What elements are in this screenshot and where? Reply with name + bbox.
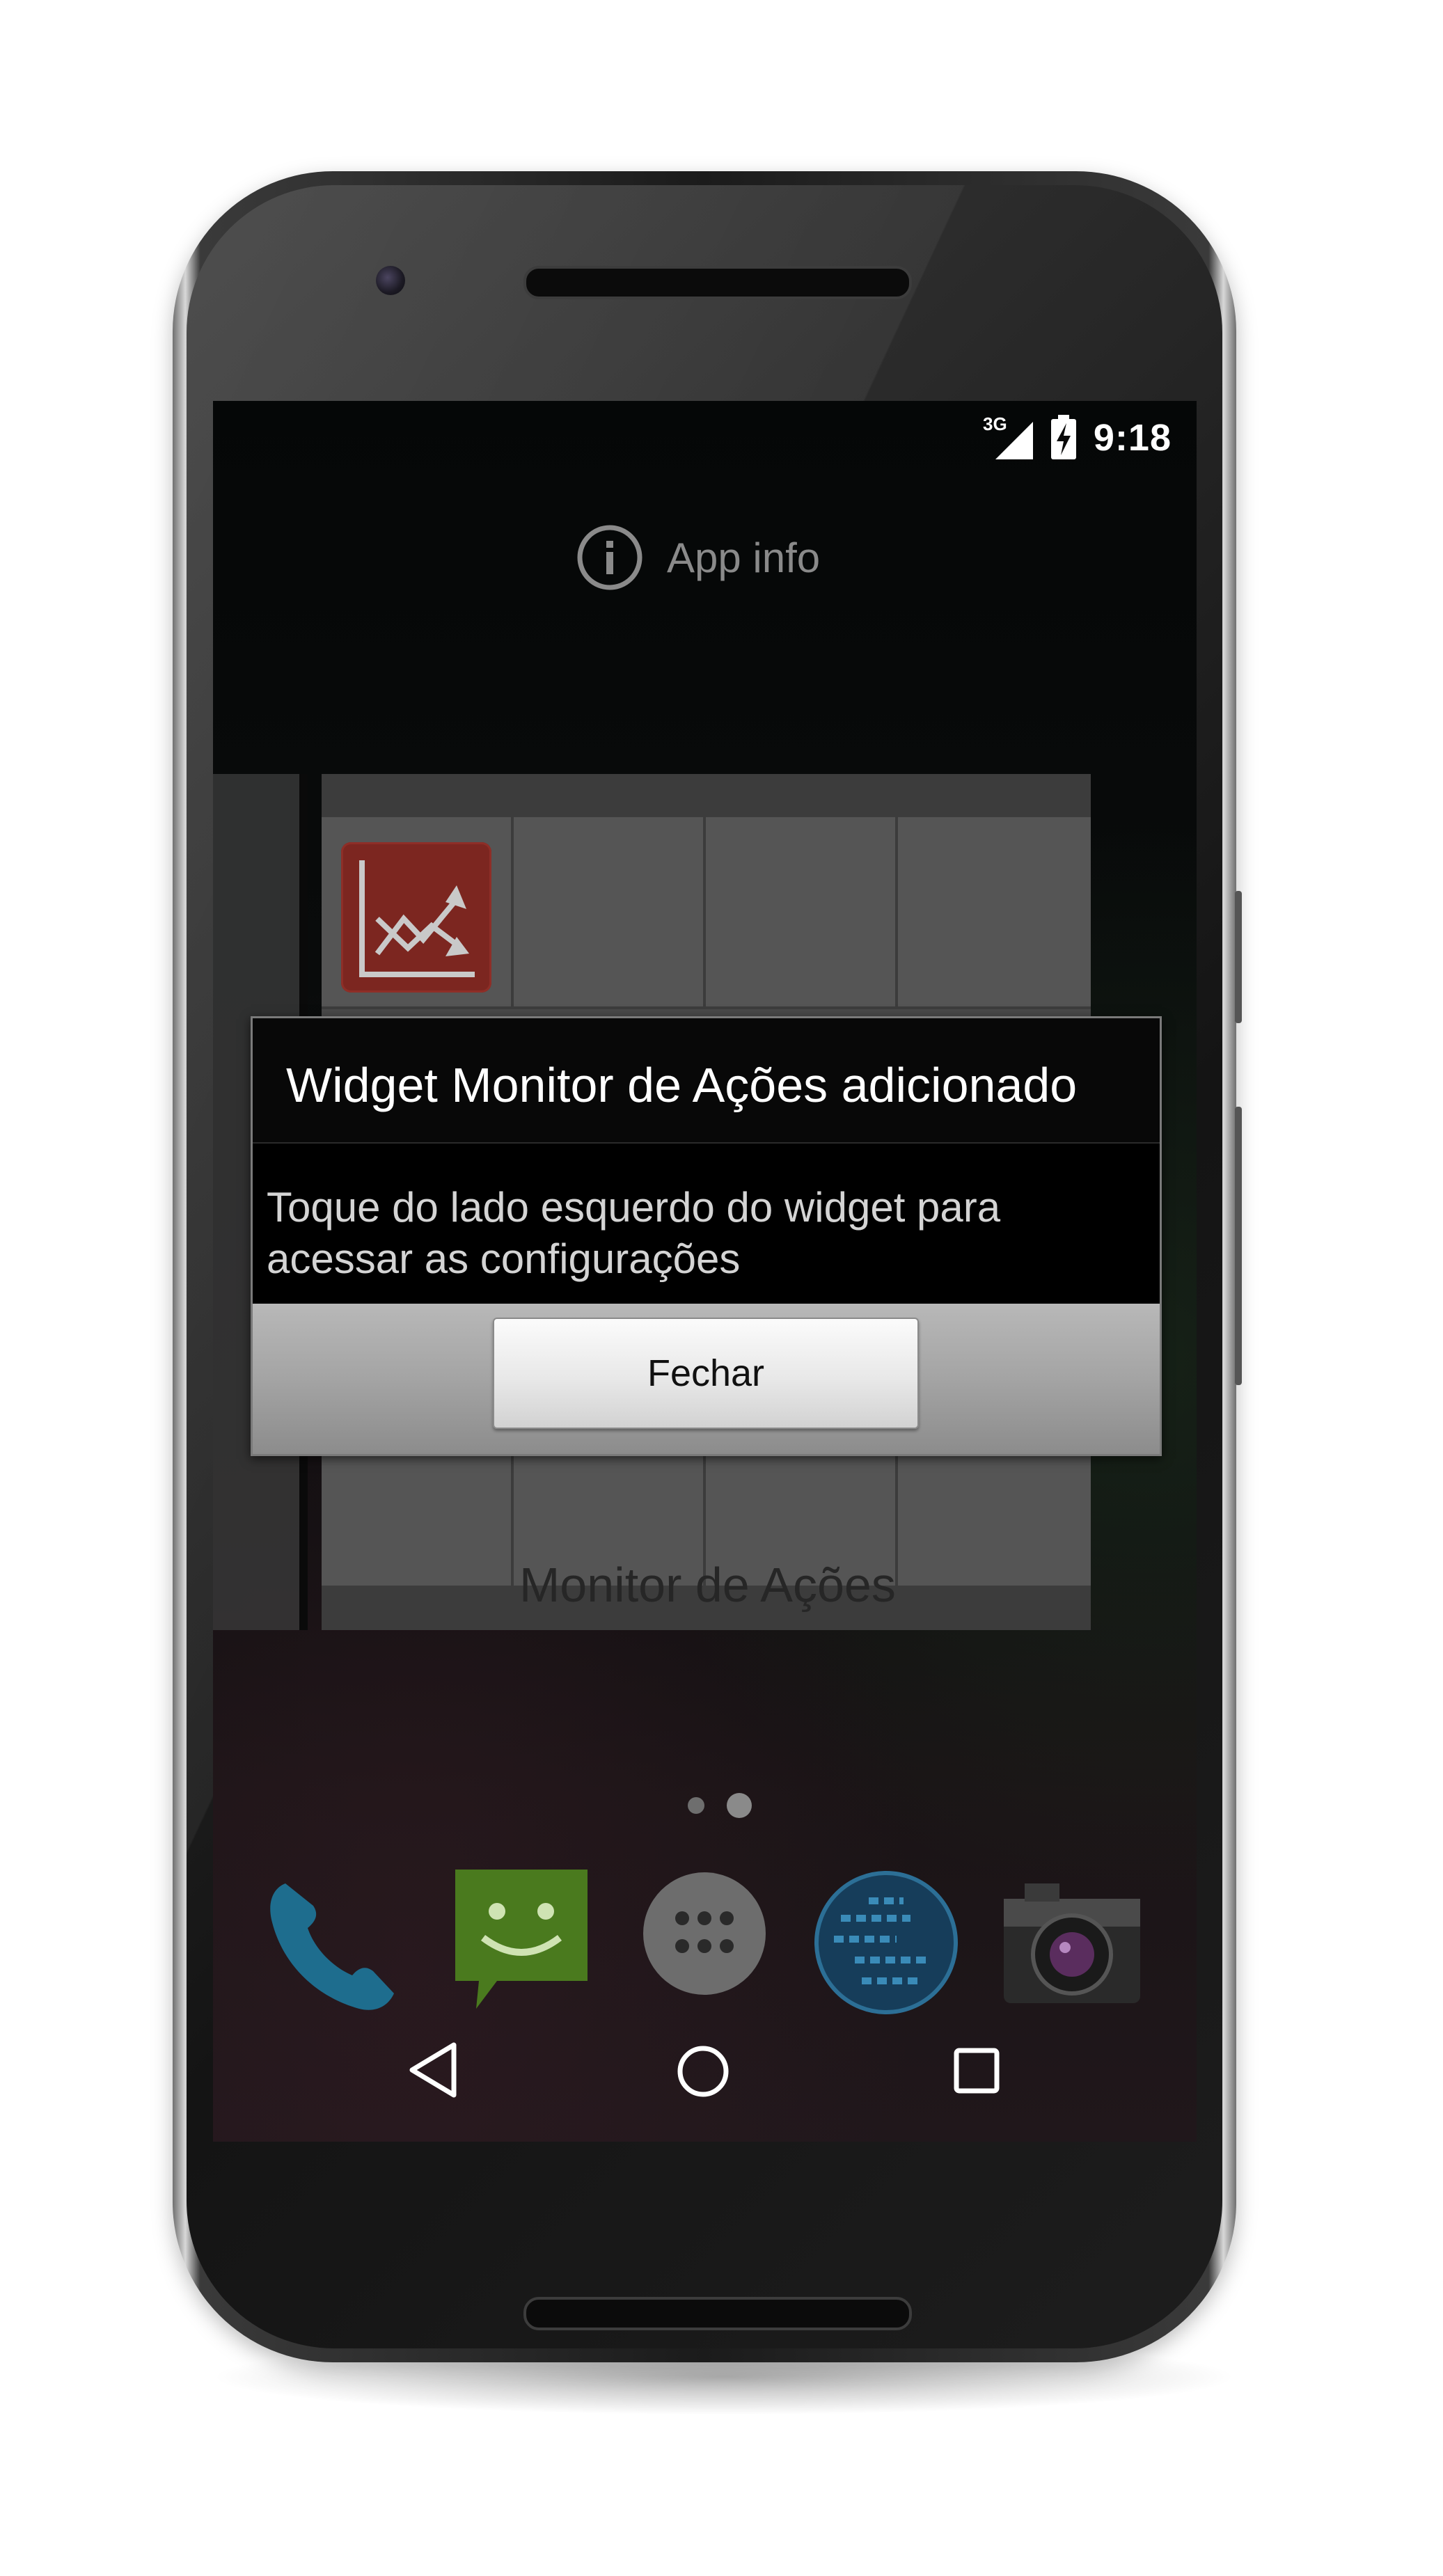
stock-chart-icon[interactable] — [341, 842, 491, 993]
info-icon — [577, 525, 642, 590]
widget-added-dialog: Widget Monitor de Ações adicionado Toque… — [251, 1016, 1162, 1456]
power-button — [1235, 891, 1242, 1023]
messaging-icon[interactable] — [448, 1863, 594, 2016]
dialog-title: Widget Monitor de Ações adicionado — [286, 1058, 1078, 1112]
back-icon[interactable] — [407, 2041, 459, 2099]
page-indicator-dot — [688, 1797, 704, 1814]
bottom-speaker-grille — [523, 2297, 912, 2330]
app-info-drop-target[interactable]: App info — [575, 519, 820, 596]
recents-icon[interactable] — [952, 2046, 1001, 2095]
dialog-message: Toque do lado esquerdo do widget para ac… — [267, 1184, 1001, 1282]
signal-icon — [995, 422, 1033, 459]
dialog-button-bar: Fechar — [253, 1304, 1160, 1454]
front-camera — [376, 266, 405, 295]
top-speaker-grille — [523, 266, 912, 299]
grid-cell — [706, 817, 895, 1006]
dialog-title-bar: Widget Monitor de Ações adicionado — [253, 1018, 1160, 1144]
page-indicator-dot-active — [727, 1793, 752, 1818]
close-button[interactable]: Fechar — [493, 1318, 919, 1429]
browser-globe-icon[interactable] — [813, 1870, 959, 2016]
clock: 9:18 — [1093, 417, 1172, 459]
app-drawer-icon[interactable] — [642, 1871, 767, 1996]
status-bar: 3G 9:18 — [213, 401, 1197, 479]
app-info-label: App info — [667, 534, 821, 581]
grid-cell — [898, 817, 1091, 1006]
widget-ghost-label: Monitor de Ações — [519, 1558, 896, 1612]
chart-trend-glyph — [359, 860, 475, 977]
camera-icon[interactable] — [997, 1871, 1147, 2010]
battery-charging-icon — [1051, 415, 1076, 459]
home-icon[interactable] — [675, 2044, 731, 2099]
volume-button — [1235, 1107, 1242, 1385]
grid-cell — [514, 817, 703, 1006]
phone-icon[interactable] — [255, 1870, 408, 2023]
